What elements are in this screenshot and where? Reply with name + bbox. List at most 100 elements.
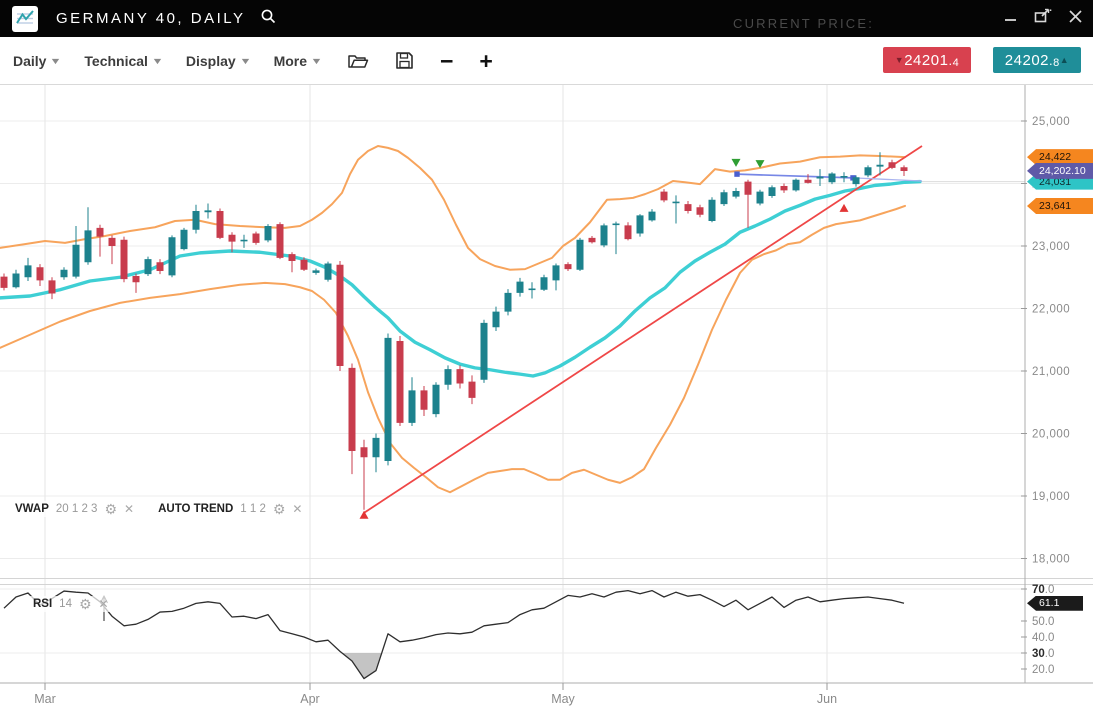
candle-body <box>565 264 572 269</box>
menu-timeframe[interactable]: Daily ▼ <box>13 53 60 69</box>
candle-body <box>49 280 56 293</box>
menu-display[interactable]: Display ▼ <box>186 53 250 69</box>
candle-body <box>409 390 416 423</box>
candle-body <box>289 254 296 261</box>
popout-icon[interactable] <box>1034 8 1052 29</box>
drawn-trendline-extension <box>853 178 922 181</box>
axes-layer: 25,00024,00023,00022,00021,00020,00019,0… <box>0 85 1093 706</box>
y-axis-label: 19,000 <box>1032 491 1070 503</box>
buy-price-button[interactable]: 24202.8 ▲ <box>993 47 1081 73</box>
candle-body <box>493 312 500 328</box>
candle-body <box>97 228 104 237</box>
indicator-legend-main: VWAP 20 1 2 3 ⚙ ✕ AUTO TREND 1 1 2 ⚙ ✕ <box>10 501 307 517</box>
candle-body <box>373 438 380 457</box>
rsi-axis-label: 50.0 <box>1032 616 1054 628</box>
auto-trend-line <box>364 146 922 513</box>
candle-body <box>469 382 476 398</box>
rsi-line <box>4 591 904 679</box>
y-axis-label: 22,000 <box>1032 304 1070 316</box>
candle-body <box>577 240 584 270</box>
open-folder-icon[interactable] <box>347 52 369 70</box>
candle-body <box>37 267 44 280</box>
price-axis-tag: 24,422 <box>1027 149 1093 165</box>
settings-gear-icon[interactable]: ⚙ <box>273 503 286 515</box>
candle-body <box>517 282 524 293</box>
sell-price-int: 24201 <box>904 52 948 69</box>
trendline-handle[interactable] <box>734 171 739 176</box>
rsi-value-tag: 61.1 <box>1027 596 1083 611</box>
x-axis-label: Jun <box>817 692 837 706</box>
candle-body <box>841 176 848 178</box>
candles-layer <box>1 152 908 510</box>
candle-body <box>61 270 68 278</box>
candle-body <box>529 289 536 291</box>
candle-body <box>853 177 860 184</box>
y-axis-label: 20,000 <box>1032 429 1070 441</box>
candle-body <box>1 277 8 288</box>
current-price-label: CURRENT PRICE: <box>733 16 874 31</box>
candle-body <box>85 230 92 262</box>
vwap-upper-band-line <box>0 146 905 270</box>
candle-body <box>25 265 32 277</box>
chevron-down-icon: ▼ <box>50 56 62 66</box>
chevron-down-icon: ▼ <box>151 56 163 66</box>
candle-body <box>625 225 632 239</box>
chevron-down-icon: ▼ <box>239 56 251 66</box>
candle-body <box>745 182 752 195</box>
remove-icon[interactable]: ✕ <box>99 597 109 611</box>
candle-body <box>433 385 440 414</box>
candle-body <box>253 234 260 243</box>
trading-app-window: GERMANY 40, DAILY <box>0 0 1093 714</box>
candle-body <box>277 224 284 258</box>
buy-arrow-up-icon <box>840 204 849 212</box>
y-axis-label: 18,000 <box>1032 554 1070 566</box>
rsi-axis-label: 40.0 <box>1032 632 1054 644</box>
candle-body <box>721 192 728 204</box>
candle-body <box>337 265 344 366</box>
menu-more[interactable]: More ▼ <box>274 53 321 69</box>
menu-technical[interactable]: Technical ▼ <box>84 53 161 69</box>
candle-body <box>181 230 188 249</box>
price-down-arrow-icon: ▼ <box>895 56 904 65</box>
trend-lines-layer[interactable] <box>364 146 922 513</box>
candle-body <box>325 264 332 280</box>
sell-price-button[interactable]: ▼ 24201.4 <box>883 47 971 73</box>
search-icon[interactable] <box>260 8 277 30</box>
candle-body <box>877 165 884 167</box>
menu-timeframe-label: Daily <box>13 53 46 69</box>
zoom-in-icon[interactable]: + <box>479 51 492 71</box>
vwap-indicator-params: 20 1 2 3 <box>56 503 98 515</box>
chart-area[interactable]: 25,00024,00023,00022,00021,00020,00019,0… <box>0 85 1093 714</box>
price-chart-svg[interactable]: 25,00024,00023,00022,00021,00020,00019,0… <box>0 85 1093 714</box>
candle-body <box>145 259 152 274</box>
remove-icon[interactable]: ✕ <box>124 502 134 516</box>
x-axis-label: Apr <box>300 692 319 706</box>
settings-gear-icon[interactable]: ⚙ <box>79 598 92 610</box>
sell-price-dec: 4 <box>953 57 960 73</box>
candle-body <box>829 174 836 183</box>
save-icon[interactable] <box>395 51 414 70</box>
candle-body <box>901 167 908 171</box>
buy-price-int: 24202 <box>1005 52 1049 69</box>
y-axis-label: 21,000 <box>1032 366 1070 378</box>
candle-body <box>301 260 308 270</box>
candle-body <box>169 237 176 275</box>
settings-gear-icon[interactable]: ⚙ <box>104 503 117 515</box>
candle-body <box>445 369 452 385</box>
y-axis-label: 25,000 <box>1032 116 1070 128</box>
rsi-indicator-label: RSI <box>33 598 52 610</box>
candle-body <box>241 240 248 242</box>
rsi-axis-label: 70.0 <box>1032 584 1054 596</box>
candle-body <box>385 338 392 461</box>
vwap-bands-layer <box>0 146 920 492</box>
minimize-icon[interactable] <box>1004 9 1018 28</box>
candle-body <box>193 211 200 230</box>
candle-body <box>685 204 692 211</box>
candle-body <box>217 211 224 238</box>
remove-icon[interactable]: ✕ <box>292 502 302 516</box>
zoom-out-icon[interactable]: − <box>440 51 453 71</box>
close-icon[interactable] <box>1068 9 1083 29</box>
candle-body <box>109 238 116 246</box>
candle-body <box>229 235 236 242</box>
candle-body <box>457 369 464 383</box>
